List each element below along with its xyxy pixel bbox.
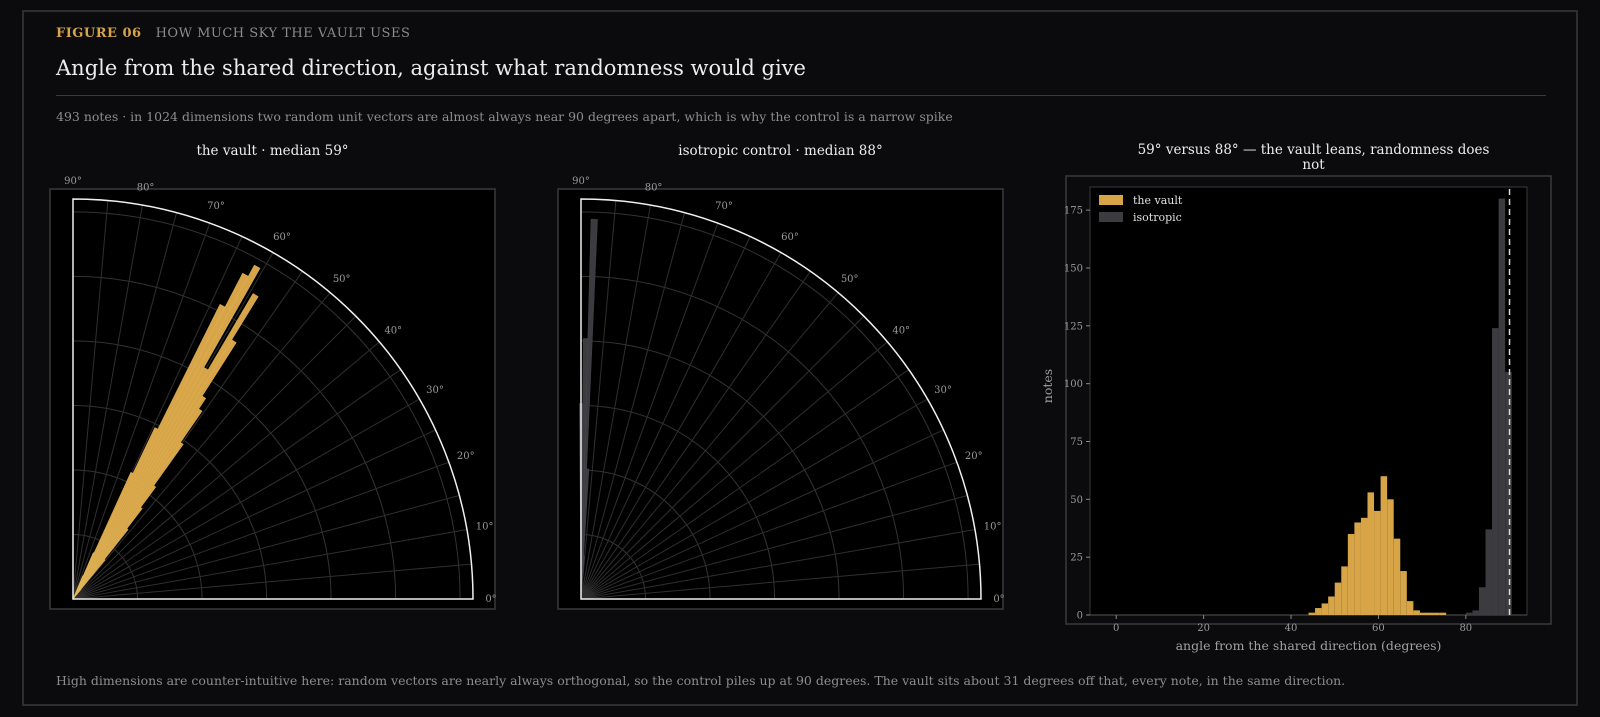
histogram-bar [1387,499,1394,615]
histogram-bar [1465,612,1473,615]
y-tick-label: 125 [1064,321,1083,332]
panel-title: isotropic control · median 88° [678,143,882,159]
histogram-bar [1439,612,1447,615]
y-tick-label: 175 [1064,206,1083,217]
y-tick-label: 100 [1064,379,1083,390]
histogram-bar [1400,571,1407,615]
charts-canvas: the vault · median 59° 0° 10° 20° 30° 40° 50° 6… [49,142,1552,653]
histogram-bar [1472,610,1479,615]
histogram-bar [1419,612,1427,615]
theta-tick-label: 80° [645,182,663,193]
y-tick-label: 25 [1070,553,1083,564]
theta-tick-label: 0° [993,594,1004,605]
theta-tick-label: 10° [984,521,1002,532]
theta-tick-label: 20° [457,451,475,462]
histogram-bar [1433,612,1440,615]
histogram-bar [1426,612,1434,615]
x-tick-label: 60 [1372,623,1385,634]
x-axis-label: angle from the shared direction (degrees… [1176,638,1442,653]
theta-tick-label: 40° [384,325,402,336]
panel-title: 59° versus 88° — the vault leans, random… [1138,142,1490,173]
x-tick-label: 0 [1113,623,1119,634]
histogram-bar [1321,603,1329,615]
theta-tick-label: 10° [476,521,494,532]
histogram-bar [1380,476,1388,615]
polar-panel-0: the vault · median 59° 0° 10° 20° 30° 40° 50° 6… [49,143,497,610]
histogram-bar [1367,492,1375,615]
theta-tick-label: 30° [426,385,444,396]
theta-tick-label: 90° [572,176,590,187]
histogram-bar [1308,612,1316,615]
theta-tick-label: 70° [715,201,733,212]
legend-label: isotropic [1133,211,1182,224]
y-tick-label: 50 [1070,495,1083,506]
theta-tick-label: 30° [934,385,952,396]
histogram-bar [1406,601,1414,615]
histogram-bar [1478,587,1486,615]
theta-tick-label: 50° [333,274,351,285]
histogram-bar [1505,372,1512,615]
histogram-bar [1315,608,1322,615]
theta-tick-label: 60° [781,232,799,243]
histogram-bar [1393,538,1401,615]
x-tick-label: 80 [1459,623,1472,634]
polar-panel-1: isotropic control · median 88° 0° 10° 20° 30… [557,143,1005,610]
y-tick-label: 75 [1070,437,1083,448]
histogram-bar [1354,522,1361,615]
theta-tick-label: 40° [892,325,910,336]
y-tick-label: 0 [1077,611,1083,622]
theta-tick-label: 60° [273,232,291,243]
histogram-bar [1485,529,1493,615]
theta-tick-label: 20° [965,451,983,462]
figure-footnote: High dimensions are counter-intuitive he… [56,673,1346,688]
theta-tick-label: 80° [137,182,155,193]
y-axis-label: notes [1040,369,1055,403]
plot-area [1089,186,1528,616]
theta-tick-label: 0° [485,594,496,605]
histogram-bar [1341,566,1348,615]
histogram-bar [1334,582,1342,615]
panel-title: the vault · median 59° [196,143,348,159]
histogram-bar [1347,534,1355,615]
histogram-panel: 59° versus 88° — the vault leans, random… [1040,142,1552,653]
x-tick-label: 40 [1285,623,1298,634]
x-tick-label: 20 [1197,623,1210,634]
histogram-bar [1360,517,1368,615]
legend-swatch [1099,212,1123,222]
histogram-bar [1492,328,1499,615]
legend-swatch [1099,195,1123,205]
y-tick-label: 150 [1064,263,1083,274]
legend-label: the vault [1133,194,1183,207]
theta-tick-label: 90° [64,176,82,187]
histogram-bar [1413,610,1420,615]
theta-tick-label: 50° [841,274,859,285]
histogram-bar [1328,596,1335,615]
histogram-bar [1498,198,1506,615]
histogram-bar [1374,510,1381,615]
theta-tick-label: 70° [207,201,225,212]
